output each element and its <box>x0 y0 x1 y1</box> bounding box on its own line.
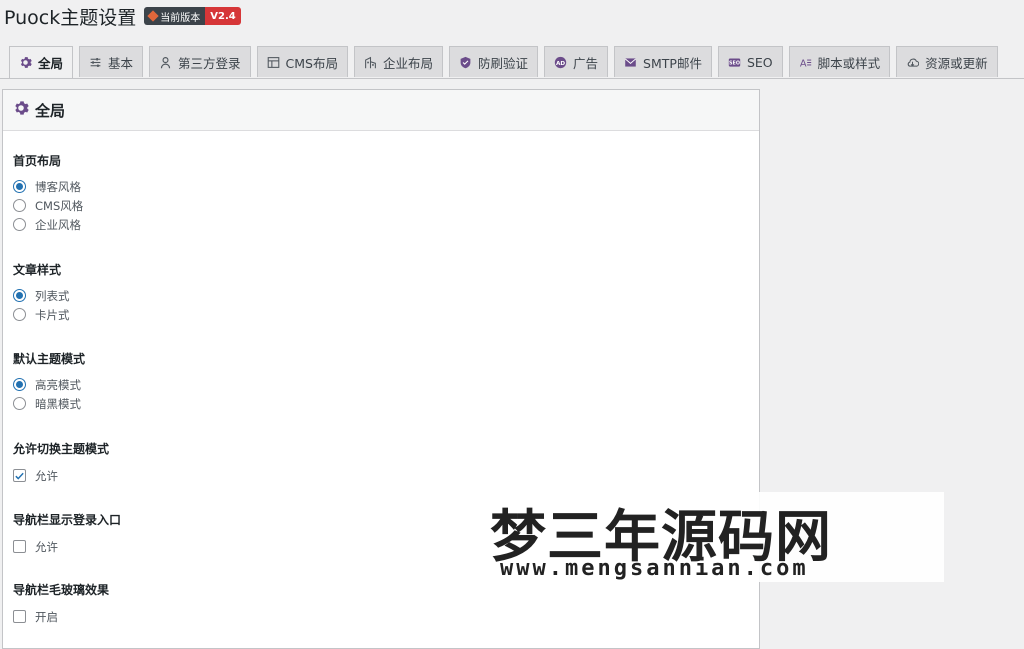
building-icon <box>364 56 377 69</box>
cloud-icon <box>906 56 920 69</box>
version-badge: 当前版本 V2.4 <box>144 7 241 25</box>
checkbox[interactable] <box>13 469 26 482</box>
radio-button[interactable] <box>13 308 26 321</box>
section-label: 导航栏显示登录入口 <box>13 513 122 527</box>
option-label: 允许 <box>35 539 58 554</box>
tab-label: 资源或更新 <box>925 55 988 71</box>
option-label: 开启 <box>35 609 58 624</box>
section-nav-login-entry: 导航栏显示登录入口 允许 <box>13 511 121 556</box>
svg-text:AD: AD <box>556 60 565 66</box>
section-home-layout: 首页布局 博客风格 CMS风格 企业风格 <box>13 152 83 234</box>
tab-seo[interactable]: SEO SEO <box>717 46 783 77</box>
section-label: 允许切换主题模式 <box>13 442 110 456</box>
layout-icon <box>267 56 280 69</box>
option-label: 允许 <box>35 468 58 483</box>
radio-button[interactable] <box>13 180 26 193</box>
option-label: 高亮模式 <box>35 377 81 392</box>
section-label: 文章样式 <box>13 263 62 277</box>
tab-cms-layout[interactable]: CMS布局 <box>256 46 348 77</box>
section-article-style: 文章样式 列表式 卡片式 <box>13 261 70 324</box>
gear-icon <box>19 56 32 69</box>
section-default-theme-mode: 默认主题模式 高亮模式 暗黑模式 <box>13 350 85 413</box>
section-label: 首页布局 <box>13 154 62 168</box>
gear-icon <box>13 100 29 120</box>
option-label: 博客风格 <box>35 179 81 194</box>
radio-button[interactable] <box>13 218 26 231</box>
sliders-icon <box>89 56 102 69</box>
section-label: 导航栏毛玻璃效果 <box>13 583 110 597</box>
radio-option-enterprise[interactable]: 企业风格 <box>13 215 83 234</box>
tab-smtp-mail[interactable]: SMTP邮件 <box>614 46 712 77</box>
shield-icon <box>459 56 472 69</box>
radio-option-light[interactable]: 高亮模式 <box>13 375 85 394</box>
section-allow-theme-switch: 允许切换主题模式 允许 <box>13 440 109 485</box>
code-icon: A <box>799 56 812 69</box>
checkbox-option[interactable]: 开启 <box>13 607 109 626</box>
tabs-divider <box>0 78 1024 79</box>
tab-label: SEO <box>746 54 773 70</box>
radio-button[interactable] <box>13 199 26 212</box>
radio-option-blog[interactable]: 博客风格 <box>13 177 83 196</box>
tab-resources-updates[interactable]: 资源或更新 <box>896 46 998 77</box>
checkbox[interactable] <box>13 540 26 553</box>
tab-label: 企业布局 <box>383 55 434 71</box>
diamond-icon <box>147 10 159 22</box>
radio-option-list[interactable]: 列表式 <box>13 286 70 305</box>
panel-title: 全局 <box>35 101 66 120</box>
radio-option-cms[interactable]: CMS风格 <box>13 196 83 215</box>
radio-button[interactable] <box>13 289 26 302</box>
settings-tabs: 全局 基本 第三方登录 CMS布局 企业布局 防刷验证 AD 广告 SMTP邮件… <box>9 46 998 78</box>
tab-scripts-styles[interactable]: A 脚本或样式 <box>788 46 891 77</box>
mail-icon <box>624 56 637 69</box>
option-label: 暗黑模式 <box>35 396 81 411</box>
svg-text:A: A <box>799 58 806 68</box>
panel-header: 全局 <box>3 90 759 131</box>
tab-enterprise-layout[interactable]: 企业布局 <box>354 46 444 77</box>
radio-option-dark[interactable]: 暗黑模式 <box>13 394 85 413</box>
tab-third-party-login[interactable]: 第三方登录 <box>149 46 251 77</box>
tab-label: 基本 <box>108 55 134 71</box>
option-label: 列表式 <box>35 288 70 303</box>
version-label-text: 当前版本 <box>160 12 201 24</box>
page-header: Puock主题设置 当前版本 V2.4 <box>4 4 241 29</box>
option-label: CMS风格 <box>35 198 84 213</box>
ad-icon: AD <box>554 56 567 69</box>
user-lock-icon <box>159 56 172 69</box>
checkbox-option[interactable]: 允许 <box>13 466 109 485</box>
tab-global[interactable]: 全局 <box>9 46 74 78</box>
option-label: 卡片式 <box>35 307 70 322</box>
tab-label: CMS布局 <box>285 55 338 71</box>
tab-ads[interactable]: AD 广告 <box>544 46 609 77</box>
tab-label: 第三方登录 <box>178 55 241 71</box>
tab-anti-spam[interactable]: 防刷验证 <box>449 46 539 77</box>
tab-label: 全局 <box>38 56 64 71</box>
version-label: 当前版本 <box>144 7 206 25</box>
checkbox-option[interactable]: 允许 <box>13 537 121 556</box>
page-title: Puock主题设置 <box>4 6 137 29</box>
section-label: 默认主题模式 <box>13 352 86 366</box>
svg-text:SEO: SEO <box>729 60 740 66</box>
version-number: V2.4 <box>205 7 241 25</box>
tab-basic[interactable]: 基本 <box>79 46 144 77</box>
radio-button[interactable] <box>13 397 26 410</box>
radio-button[interactable] <box>13 378 26 391</box>
tab-label: 防刷验证 <box>478 55 529 71</box>
seo-icon: SEO <box>728 56 741 69</box>
tab-label: 广告 <box>573 55 599 71</box>
tab-label: 脚本或样式 <box>817 55 881 71</box>
watermark-url: www.mengsannian.com <box>500 556 809 581</box>
option-label: 企业风格 <box>35 217 81 232</box>
checkmark-icon <box>15 472 24 480</box>
checkbox[interactable] <box>13 610 26 623</box>
radio-option-card[interactable]: 卡片式 <box>13 305 70 324</box>
watermark: 梦三年源码网 www.mengsannian.com <box>486 492 944 582</box>
section-nav-glass-effect: 导航栏毛玻璃效果 开启 <box>13 581 109 626</box>
tab-label: SMTP邮件 <box>643 55 702 71</box>
